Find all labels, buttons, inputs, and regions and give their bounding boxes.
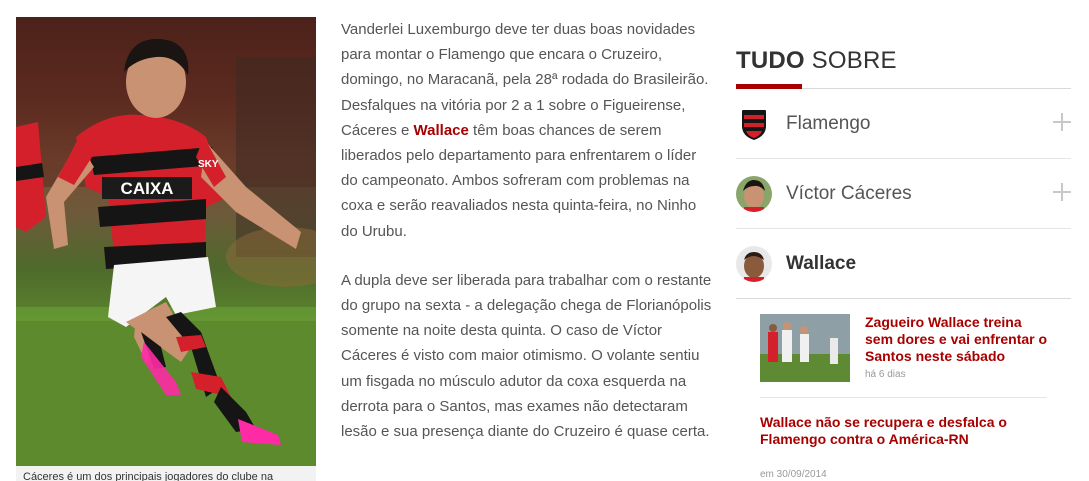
- topic-wallace[interactable]: Wallace: [736, 229, 1071, 299]
- topic-flamengo[interactable]: Flamengo: [736, 89, 1071, 159]
- photo-caption: Cáceres é um dos principais jogadores do…: [16, 466, 316, 481]
- plus-icon[interactable]: [1053, 183, 1071, 201]
- news-timestamp: em 30/09/2014: [760, 469, 827, 480]
- news-divider: [760, 397, 1047, 398]
- topic-label: Flamengo: [786, 112, 871, 134]
- article-body: Vanderlei Luxemburgo deve ter duas boas …: [341, 17, 716, 468]
- sidebar-title: TUDO SOBRE: [736, 47, 1071, 75]
- related-topics-sidebar: TUDO SOBRE Flamengo Víctor Cáceres Walla…: [736, 47, 1071, 299]
- topic-label: Wallace: [786, 252, 857, 274]
- news-title[interactable]: Zagueiro Wallace treina sem dores e vai …: [865, 314, 1050, 365]
- article-photo[interactable]: CAIXA SKY: [16, 17, 316, 466]
- sidebar-title-bold: TUDO: [736, 47, 805, 74]
- article-paragraph-2: A dupla deve ser liberada para trabalhar…: [341, 271, 712, 441]
- plus-icon[interactable]: [1053, 113, 1071, 131]
- news-thumbnail[interactable]: [760, 314, 850, 382]
- avatar: [736, 175, 772, 212]
- topic-victor-caceres[interactable]: Víctor Cáceres: [736, 159, 1071, 229]
- news-timestamp: há 6 dias: [865, 369, 906, 380]
- flamengo-crest-icon: [736, 105, 772, 142]
- sidebar-title-underline: [736, 75, 1071, 89]
- news-item[interactable]: Wallace não se recupera e desfalca o Fla…: [760, 414, 1050, 480]
- sleeve-sponsor-text: SKY: [198, 159, 219, 170]
- player-illustration: CAIXA SKY: [16, 17, 316, 466]
- news-title[interactable]: Wallace não se recupera e desfalca o Fla…: [760, 414, 1050, 448]
- sidebar-title-rest: SOBRE: [804, 47, 897, 74]
- paragraph-text: têm boas chances de serem liberados pelo…: [341, 121, 697, 240]
- avatar: [736, 245, 772, 282]
- article-paragraph-1: Vanderlei Luxemburgo deve ter duas boas …: [341, 17, 716, 244]
- jersey-sponsor-text: CAIXA: [121, 179, 174, 198]
- topic-label: Víctor Cáceres: [786, 182, 912, 204]
- article-photo-block: CAIXA SKY Cáceres é um dos principais jo…: [16, 17, 316, 481]
- wallace-link[interactable]: Wallace: [414, 122, 469, 139]
